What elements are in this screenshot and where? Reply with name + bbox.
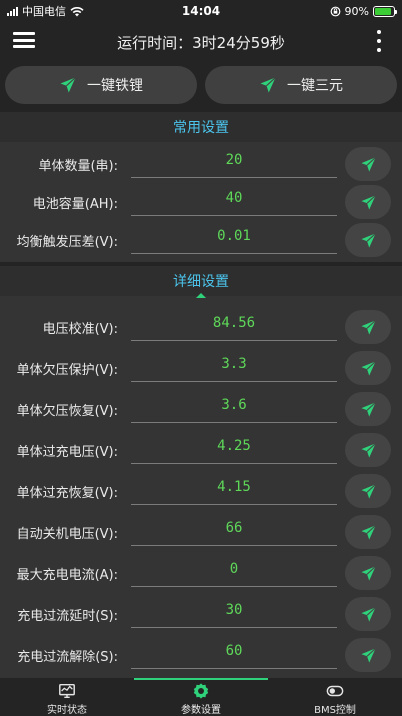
param-label: 单体数量(串): (38, 159, 118, 174)
send-icon (360, 483, 377, 500)
tab-realtime-status-label: 实时状态 (47, 705, 87, 716)
send-param-button[interactable] (345, 185, 391, 219)
param-label: 充电过流延时(S): (17, 609, 118, 624)
send-param-button[interactable] (345, 556, 391, 590)
send-icon (360, 606, 377, 623)
send-param-button[interactable] (345, 433, 391, 467)
detail-row-2: 单体欠压恢复(V): 3.6 (0, 391, 402, 429)
preset-lifepo4-label: 一键铁锂 (87, 78, 143, 94)
param-label: 自动关机电压(V): (16, 527, 118, 542)
param-label: 均衡触发压差(V): (16, 235, 118, 250)
send-param-button[interactable] (345, 392, 391, 426)
status-bar: 中国电信 14:04 90% (0, 0, 402, 22)
send-param-button[interactable] (345, 597, 391, 631)
detail-row-0: 电压校准(V): 84.56 (0, 309, 402, 347)
send-icon (360, 401, 377, 418)
send-param-button[interactable] (345, 310, 391, 344)
detail-row-3: 单体过充电压(V): 4.25 (0, 432, 402, 470)
bottom-nav: 实时状态 参数设置 BMS控制 (0, 678, 402, 716)
detail-row-5: 自动关机电压(V): 66 (0, 514, 402, 552)
param-value-input[interactable]: 4.15 (131, 473, 337, 505)
wifi-icon (70, 6, 84, 16)
send-param-button[interactable] (345, 515, 391, 549)
param-label: 充电过流解除(S): (17, 650, 118, 665)
gear-icon (193, 683, 209, 699)
toggle-icon (326, 685, 344, 697)
param-value-input[interactable]: 0.01 (131, 222, 337, 254)
tab-parameter-settings-label: 参数设置 (181, 705, 221, 716)
tab-parameter-settings[interactable]: 参数设置 (134, 678, 268, 716)
common-row-1: 电池容量(AH): 40 (0, 184, 402, 222)
send-icon (360, 442, 377, 459)
detail-row-1: 单体欠压保护(V): 3.3 (0, 350, 402, 388)
param-value-input[interactable]: 0 (131, 555, 337, 587)
param-value-input[interactable]: 60 (131, 637, 337, 669)
param-label: 电压校准(V): (42, 322, 118, 337)
param-value-input[interactable]: 4.25 (131, 432, 337, 464)
param-value-input[interactable]: 20 (131, 146, 337, 178)
carrier-name: 中国电信 (22, 5, 66, 18)
monitor-icon (59, 683, 75, 699)
common-row-2: 均衡触发压差(V): 0.01 (0, 222, 402, 260)
param-value-input[interactable]: 40 (131, 184, 337, 216)
common-settings-title: 常用设置 (0, 112, 402, 142)
send-icon (260, 77, 276, 93)
detail-row-8: 充电过流解除(S): 60 (0, 637, 402, 675)
send-icon (360, 360, 377, 377)
send-param-button[interactable] (345, 147, 391, 181)
send-icon (360, 156, 377, 173)
cell-signal-icon (7, 6, 18, 16)
runtime-label: 运行时间：3时24分59秒 (117, 33, 285, 52)
orientation-lock-icon (330, 6, 340, 16)
collapse-caret-icon[interactable] (196, 293, 206, 298)
tab-realtime-status[interactable]: 实时状态 (0, 678, 134, 716)
send-icon (360, 232, 377, 249)
app-header: 运行时间：3时24分59秒 (0, 22, 402, 62)
param-value-input[interactable]: 3.3 (131, 350, 337, 382)
battery-icon (373, 5, 397, 17)
menu-icon[interactable] (13, 30, 35, 50)
more-options-icon[interactable] (376, 30, 382, 52)
send-icon (360, 647, 377, 664)
tab-bms-control[interactable]: BMS控制 (268, 678, 402, 716)
send-param-button[interactable] (345, 223, 391, 257)
param-value-input[interactable]: 3.6 (131, 391, 337, 423)
param-value-input[interactable]: 84.56 (131, 309, 337, 341)
status-right: 90% (330, 4, 397, 18)
send-icon (360, 565, 377, 582)
preset-lifepo4-button[interactable]: 一键铁锂 (5, 66, 197, 104)
send-param-button[interactable] (345, 638, 391, 672)
common-row-0: 单体数量(串): 20 (0, 146, 402, 184)
param-label: 单体欠压保护(V): (16, 363, 118, 378)
tab-bms-control-label: BMS控制 (314, 705, 356, 716)
send-icon (360, 194, 377, 211)
param-label: 单体过充电压(V): (16, 445, 118, 460)
quick-preset-row: 一键铁锂 一键三元 (5, 66, 397, 104)
param-value-input[interactable]: 30 (131, 596, 337, 628)
detail-settings-title-text: 详细设置 (173, 274, 229, 290)
common-settings-title-text: 常用设置 (173, 120, 229, 136)
send-icon (60, 77, 76, 93)
send-icon (360, 319, 377, 336)
status-left: 中国电信 (7, 3, 84, 19)
param-label: 单体欠压恢复(V): (16, 404, 118, 419)
detail-row-6: 最大充电电流(A): 0 (0, 555, 402, 593)
detail-row-7: 充电过流延时(S): 30 (0, 596, 402, 634)
preset-ternary-button[interactable]: 一键三元 (205, 66, 397, 104)
send-param-button[interactable] (345, 351, 391, 385)
preset-ternary-label: 一键三元 (287, 78, 343, 94)
param-value-input[interactable]: 66 (131, 514, 337, 546)
battery-percent: 90% (344, 4, 369, 18)
param-label: 最大充电电流(A): (16, 568, 118, 583)
param-label: 单体过充恢复(V): (16, 486, 118, 501)
detail-settings-title[interactable]: 详细设置 (0, 266, 402, 296)
send-param-button[interactable] (345, 474, 391, 508)
detail-row-4: 单体过充恢复(V): 4.15 (0, 473, 402, 511)
send-icon (360, 524, 377, 541)
param-label: 电池容量(AH): (32, 197, 118, 212)
